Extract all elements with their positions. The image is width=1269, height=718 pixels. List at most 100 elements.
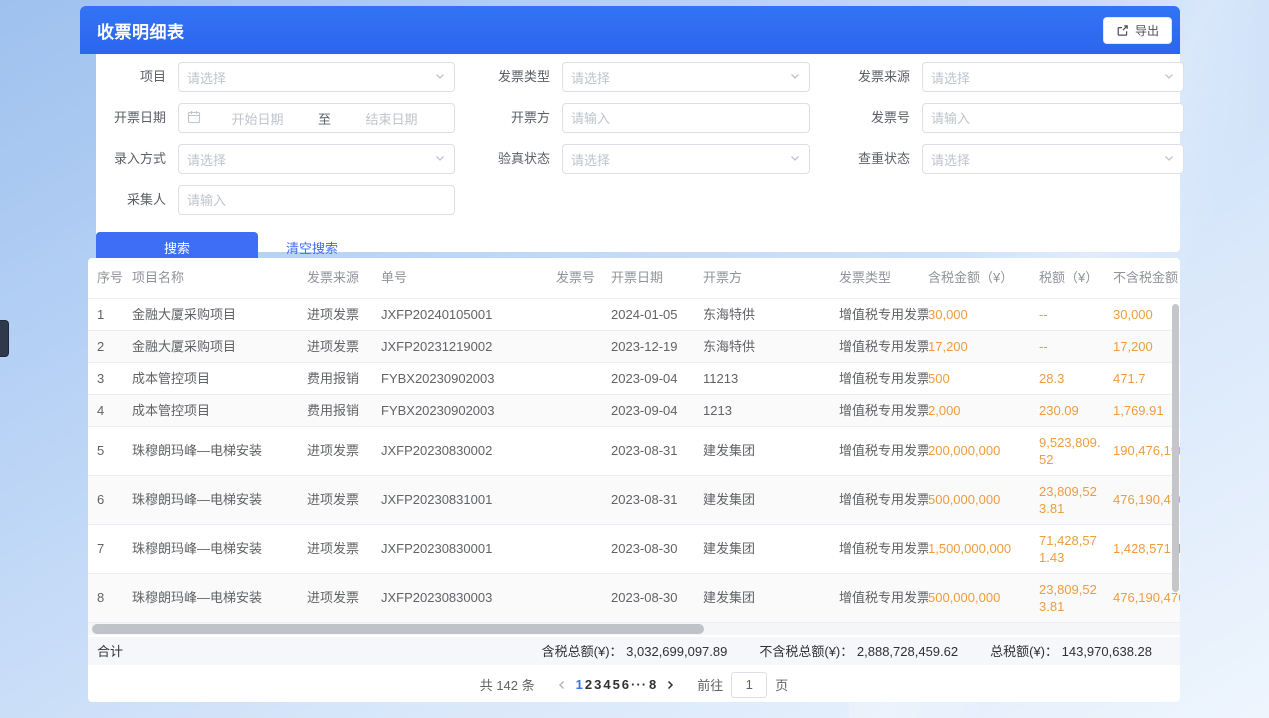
page-number-button[interactable]: 3 [594,677,601,692]
filter-entry-method: 录入方式 请选择 [96,144,455,174]
filter-collector: 采集人 [96,185,456,215]
export-label: 导出 [1135,22,1159,39]
prev-page-button[interactable] [549,672,575,698]
horizontal-scrollbar-thumb[interactable] [92,624,704,634]
collector-input[interactable] [187,193,446,208]
sidebar-collapse-handle[interactable] [0,320,9,357]
vertical-scrollbar[interactable] [1172,304,1179,592]
invoice-type-label: 发票类型 [455,62,562,92]
table-cell: 增值税专用发票(蓝) [839,573,928,622]
entry-method-select[interactable]: 请选择 [178,144,455,174]
table-cell: 3 [88,362,132,394]
filter-row-2: 开票日期 开始日期 至 结束日期 开票方 [96,103,1180,133]
filter-invoice-type: 发票类型 请选择 [455,62,810,92]
chevron-down-icon [1163,152,1175,167]
project-select[interactable]: 请选择 [178,62,455,92]
table-cell: 190,476,190.48 [1113,426,1180,475]
filter-invoice-source: 发票来源 请选择 [810,62,1184,92]
page: 收票明细表 导出 项目 请选择 发票类型 [0,0,1269,718]
table-cell: 230.09 [1039,394,1113,426]
table-cell: 2023-08-31 [611,426,703,475]
total-without-tax-label: 不含税总额(¥)： [759,644,853,659]
table-cell [556,524,611,573]
chevron-down-icon [434,70,446,85]
goto-page: 前往 页 [697,672,788,698]
table-cell: JXFP20240105001 [381,298,556,330]
table-cell: FYBX20230902003 [381,394,556,426]
table-cell [556,330,611,362]
table-cell: 增值税专用发票(蓝) [839,394,928,426]
export-button[interactable]: 导出 [1103,17,1172,44]
invoice-type-select[interactable]: 请选择 [562,62,810,92]
table-cell: 6 [88,475,132,524]
total-with-tax-value: 3,032,699,097.89 [626,644,727,659]
dup-status-placeholder: 请选择 [931,150,1163,169]
issuer-input[interactable] [571,111,801,126]
total-with-tax: 含税总额(¥)： 3,032,699,097.89 [542,641,728,660]
page-number-button[interactable]: 8 [649,677,656,692]
horizontal-scrollbar[interactable] [88,623,1180,635]
table-cell: 珠穆朗玛峰—电梯安装 [132,475,307,524]
total-with-tax-label: 含税总额(¥)： [542,644,623,659]
table-cell: 476,190,476.19 [1113,573,1180,622]
collector-label: 采集人 [96,185,178,215]
chevron-down-icon [789,152,801,167]
table-cell [556,475,611,524]
table-cell: 5 [88,426,132,475]
table-cell: 进项发票 [307,330,381,362]
table-cell: 东海特供 [703,298,839,330]
table-cell: JXFP20230830001 [381,524,556,573]
table-cell: JXFP20230830003 [381,573,556,622]
page-number-button[interactable]: 5 [613,677,620,692]
table-header-row: 序号项目名称发票来源单号发票号开票日期开票方发票类型含税金额（¥）税额（¥）不含… [88,258,1180,298]
invoice-type-placeholder: 请选择 [571,68,789,87]
table-cell: 建发集团 [703,524,839,573]
table-cell: 1,500,000,000 [928,524,1039,573]
table-cell: 增值税专用发票(蓝) [839,524,928,573]
pagination-total: 共 142 条 [480,675,535,694]
table-cell: 1,769.91 [1113,394,1180,426]
next-page-button[interactable] [657,672,683,698]
table-cell: 500,000,000 [928,573,1039,622]
export-icon [1116,24,1129,37]
table-cell: 471.7 [1113,362,1180,394]
entry-method-label: 录入方式 [96,144,178,174]
table-cell: 东海特供 [703,330,839,362]
page-number-button[interactable]: 1 [576,677,583,692]
column-header: 项目名称 [132,258,307,298]
table-cell: 珠穆朗玛峰—电梯安装 [132,426,307,475]
table-cell: 成本管控项目 [132,362,307,394]
issuer-label: 开票方 [455,103,562,133]
table-body: 1金融大厦采购项目进项发票JXFP202401050012024-01-05东海… [88,298,1180,622]
chevron-down-icon [1163,70,1175,85]
goto-page-input[interactable] [731,672,767,698]
table-cell [556,426,611,475]
column-header: 发票号 [556,258,611,298]
issuer-field-wrap [562,103,810,133]
table-cell: 1 [88,298,132,330]
total-tax-value: 143,970,638.28 [1062,644,1152,659]
table-row: 5珠穆朗玛峰—电梯安装进项发票JXFP202308300022023-08-31… [88,426,1180,475]
table-cell: 4 [88,394,132,426]
table-cell: 建发集团 [703,573,839,622]
invoice-source-label: 发票来源 [810,62,922,92]
table-cell: 建发集团 [703,426,839,475]
invoice-source-select[interactable]: 请选择 [922,62,1184,92]
chevron-left-icon [556,679,568,691]
summary-row: 合计 含税总额(¥)： 3,032,699,097.89 不含税总额(¥)： 2… [88,637,1180,665]
clear-search-link[interactable]: 清空搜索 [286,238,338,257]
page-number-list: 123456···8 [575,672,658,698]
page-number-button[interactable]: 6 [622,677,629,692]
invoice-date-range-picker[interactable]: 开始日期 至 结束日期 [178,103,455,133]
page-number-button[interactable]: 2 [585,677,592,692]
table-cell: 23,809,523.81 [1039,475,1113,524]
page-number-button[interactable]: 4 [603,677,610,692]
table-cell: 增值税专用发票(蓝) [839,426,928,475]
invoice-no-input[interactable] [931,111,1175,126]
verify-status-label: 验真状态 [455,144,562,174]
column-header: 开票日期 [611,258,703,298]
table-cell: JXFP20230830002 [381,426,556,475]
table-cell: 11213 [703,362,839,394]
verify-status-select[interactable]: 请选择 [562,144,810,174]
dup-status-select[interactable]: 请选择 [922,144,1184,174]
